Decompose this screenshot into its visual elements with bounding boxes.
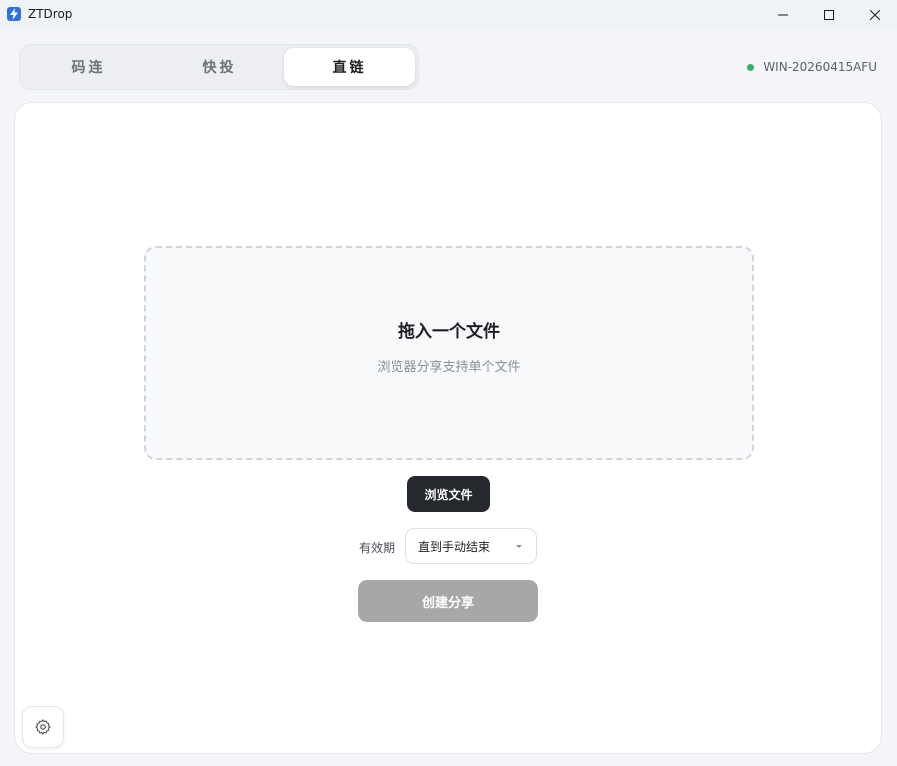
device-indicator: WIN-20260415AFU (747, 60, 877, 74)
close-icon (870, 9, 880, 20)
tab-direct-link[interactable]: 直链 (284, 48, 415, 86)
tab-code-connect[interactable]: 码连 (23, 48, 154, 86)
file-dropzone[interactable]: 拖入一个文件 浏览器分享支持单个文件 (144, 246, 754, 460)
expiry-selected-value: 直到手动结束 (418, 539, 491, 554)
expiry-select[interactable]: 直到手动结束 (405, 528, 537, 564)
minimize-icon (778, 14, 788, 15)
title-bar: ZTDrop (0, 0, 897, 29)
expiry-label: 有效期 (359, 541, 396, 555)
browse-files-button[interactable]: 浏览文件 (407, 476, 490, 512)
close-button[interactable] (852, 0, 897, 29)
gear-icon (35, 719, 51, 735)
settings-button[interactable] (22, 706, 64, 748)
online-status-dot (747, 63, 755, 71)
maximize-icon (824, 9, 834, 20)
main-card: 拖入一个文件 浏览器分享支持单个文件 浏览文件 有效期 直到手动结束 创建分享 (14, 102, 882, 754)
maximize-button[interactable] (806, 0, 852, 29)
app-title: ZTDrop (28, 7, 73, 21)
app-logo-icon (7, 7, 21, 21)
dropzone-subtitle: 浏览器分享支持单个文件 (377, 360, 521, 375)
device-name: WIN-20260415AFU (763, 60, 877, 74)
chevron-down-icon (516, 545, 522, 548)
create-share-button[interactable]: 创建分享 (358, 580, 538, 622)
dropzone-title: 拖入一个文件 (398, 322, 500, 342)
mode-tabs: 码连 快投 直链 (19, 44, 419, 90)
tab-quick-cast[interactable]: 快投 (154, 48, 285, 86)
minimize-button[interactable] (760, 0, 806, 29)
